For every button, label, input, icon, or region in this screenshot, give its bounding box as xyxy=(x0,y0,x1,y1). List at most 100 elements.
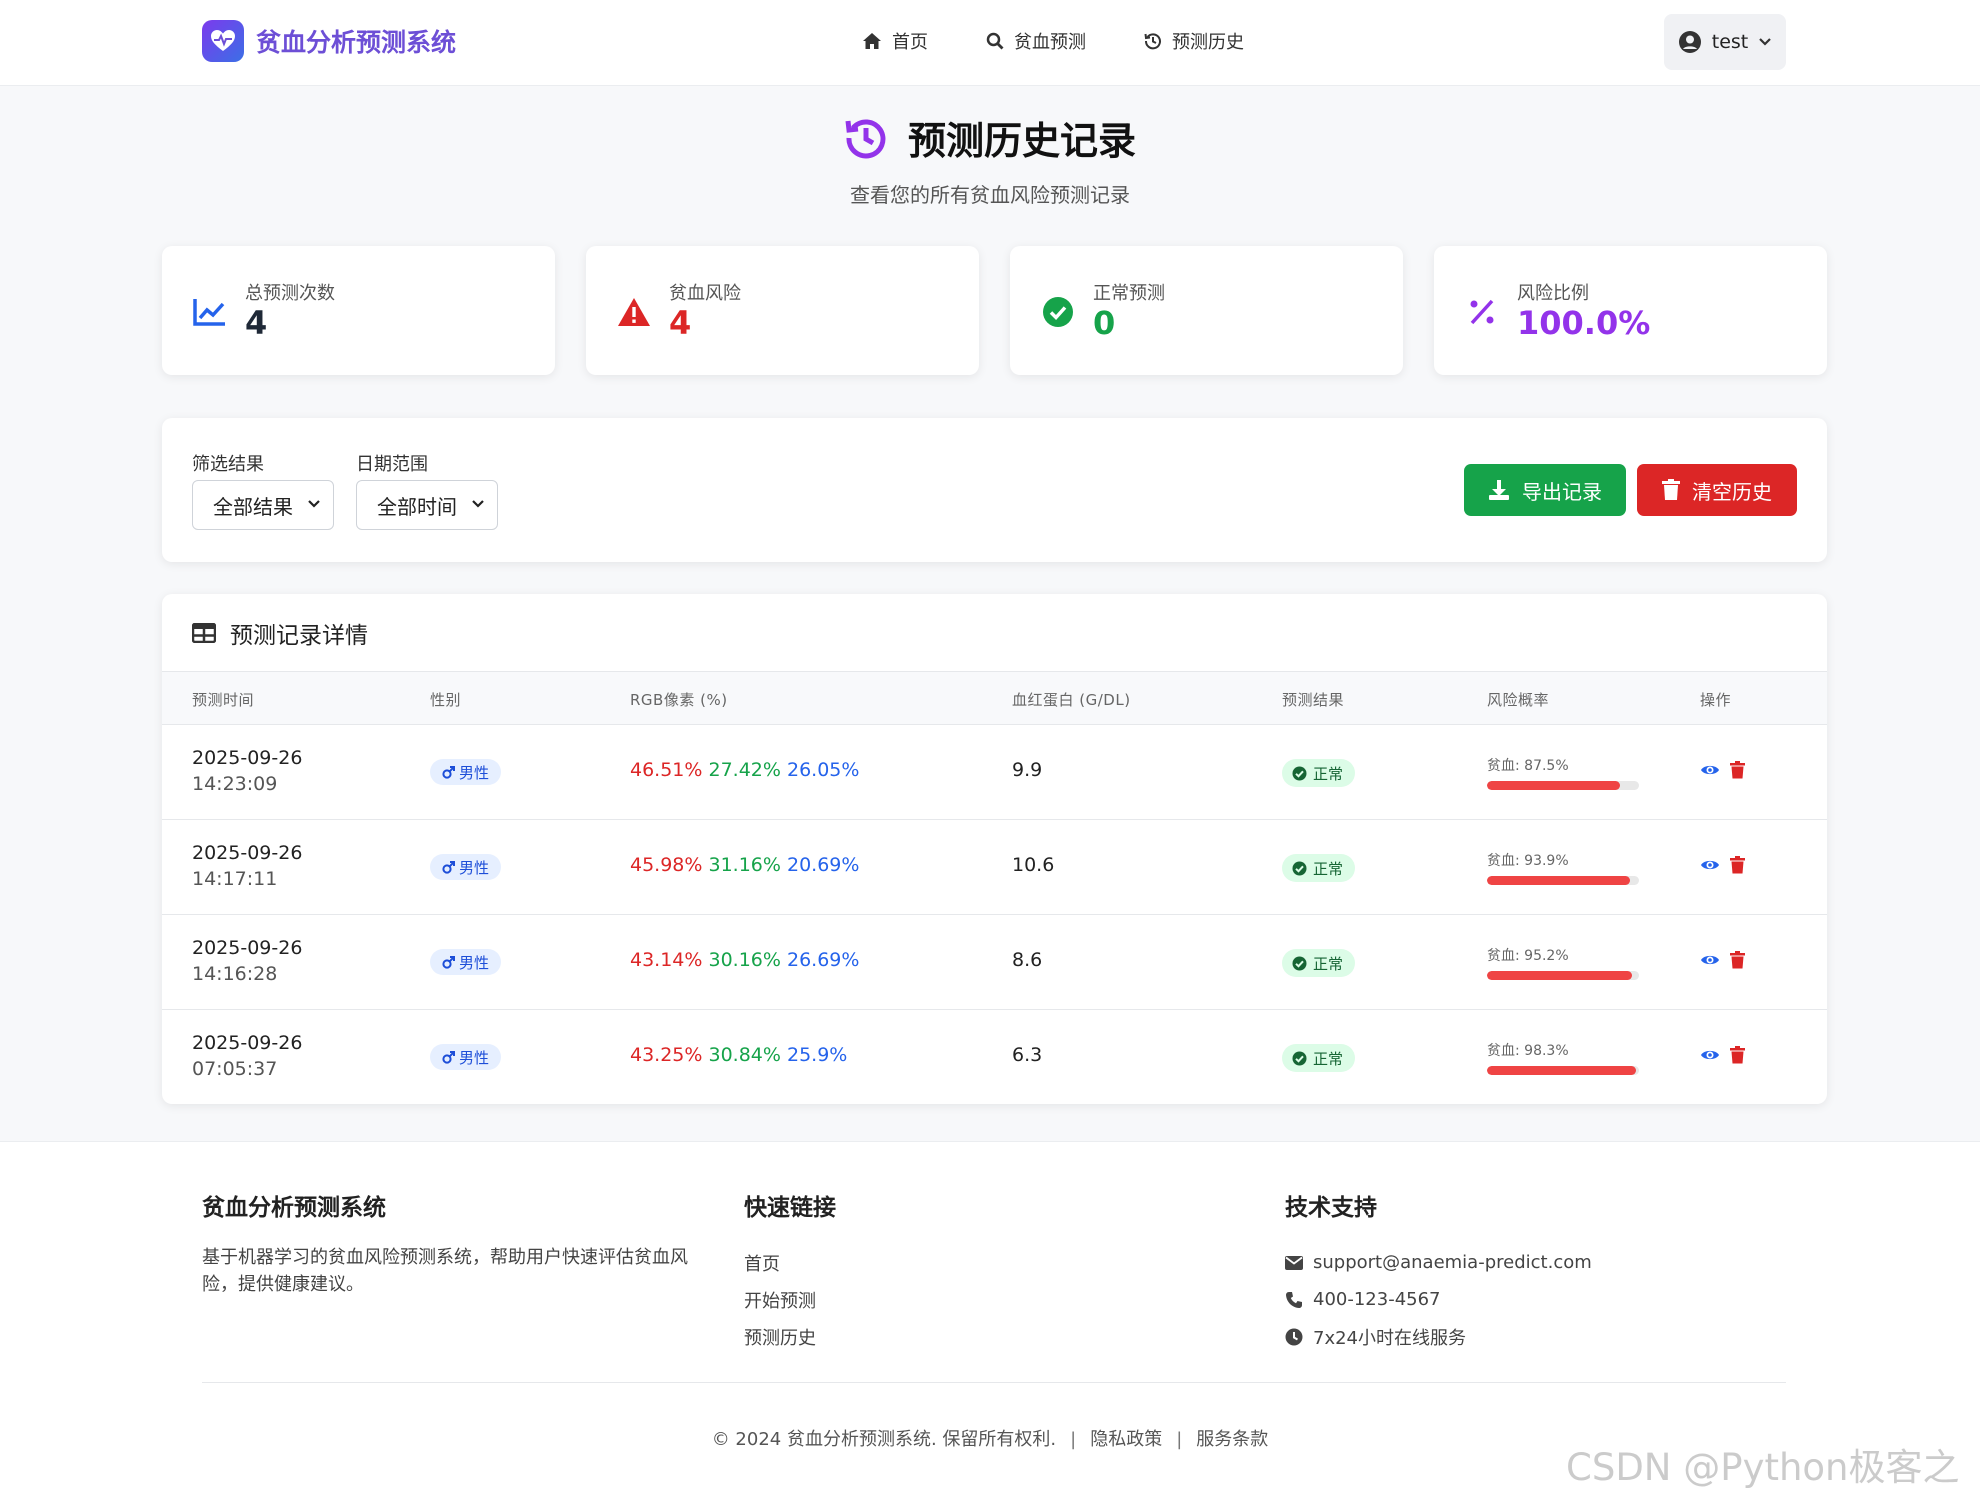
risk-bar-fill xyxy=(1487,1066,1637,1075)
record-time: 14:16:28 xyxy=(192,963,278,985)
nav-link-label: 预测历史 xyxy=(1172,32,1244,53)
record-time: 14:23:09 xyxy=(192,773,278,795)
footer-link-history[interactable]: 预测历史 xyxy=(744,1318,836,1355)
rgb-blue: 26.05% xyxy=(787,759,860,781)
risk-text: 贫血: 95.2% xyxy=(1487,948,1569,964)
support-hours-text: 7x24小时在线服务 xyxy=(1313,1327,1467,1349)
clear-history-button[interactable]: 清空历史 xyxy=(1637,464,1797,516)
male-icon xyxy=(442,955,455,969)
risk-bar xyxy=(1487,781,1639,790)
cell-actions xyxy=(1700,761,1745,779)
stat-label: 风险比例 xyxy=(1517,283,1589,304)
eye-icon[interactable] xyxy=(1700,762,1720,778)
result-filter-value: 全部结果 xyxy=(213,494,293,519)
cell-time: 2025-09-26 14:16:28 xyxy=(192,935,302,987)
trash-icon[interactable] xyxy=(1730,1046,1745,1064)
record-date: 2025-09-26 xyxy=(192,1032,303,1054)
table-row: 2025-09-26 14:23:09 男性 46.51% 27.42% 26.… xyxy=(162,725,1827,820)
nav-link-label: 首页 xyxy=(892,32,928,53)
chevron-down-icon xyxy=(308,500,320,508)
risk-text: 贫血: 93.9% xyxy=(1487,853,1569,869)
eye-icon[interactable] xyxy=(1700,1047,1720,1063)
support-email[interactable]: support@anaemia-predict.com xyxy=(1285,1244,1592,1281)
nav-links: 首页 贫血预测 预测历史 xyxy=(862,28,1244,54)
table-title: 预测记录详情 xyxy=(230,622,368,649)
user-menu[interactable]: test xyxy=(1664,14,1786,70)
eye-icon[interactable] xyxy=(1700,857,1720,873)
result-label: 正常 xyxy=(1313,954,1344,973)
check-circle-icon xyxy=(1292,861,1307,875)
risk-text: 贫血: 87.5% xyxy=(1487,758,1569,774)
page-header: 预测历史记录 查看您的所有贫血风险预测记录 xyxy=(0,110,1980,208)
check-circle-icon xyxy=(1040,294,1076,330)
stat-value: 100.0% xyxy=(1517,304,1651,342)
cell-risk: 贫血: 93.9% xyxy=(1487,850,1639,885)
privacy-link[interactable]: 隐私政策 xyxy=(1090,1429,1162,1450)
stat-label: 贫血风险 xyxy=(669,283,741,304)
gender-label: 男性 xyxy=(459,1048,490,1067)
export-button-label: 导出记录 xyxy=(1522,479,1602,504)
result-filter-select[interactable]: 全部结果 xyxy=(192,480,334,530)
cell-actions xyxy=(1700,856,1745,874)
gender-badge: 男性 xyxy=(430,854,502,880)
stat-card-normal: 正常预测 0 xyxy=(1010,246,1403,375)
rgb-red: 43.14% xyxy=(630,949,703,971)
cell-actions xyxy=(1700,951,1745,969)
rgb-blue: 25.9% xyxy=(787,1044,848,1066)
export-button[interactable]: 导出记录 xyxy=(1464,464,1626,516)
chart-line-icon xyxy=(192,294,228,330)
date-filter-select[interactable]: 全部时间 xyxy=(356,480,498,530)
page-subtitle: 查看您的所有贫血风险预测记录 xyxy=(850,183,1130,207)
rgb-blue: 20.69% xyxy=(787,854,860,876)
nav-link-home[interactable]: 首页 xyxy=(862,28,928,54)
rgb-green: 31.16% xyxy=(708,854,781,876)
cell-actions xyxy=(1700,1046,1745,1064)
gender-badge: 男性 xyxy=(430,949,502,975)
check-circle-icon xyxy=(1292,956,1307,970)
result-badge: 正常 xyxy=(1282,949,1356,977)
table-body: 2025-09-26 14:23:09 男性 46.51% 27.42% 26.… xyxy=(162,725,1827,1104)
footer-link-home[interactable]: 首页 xyxy=(744,1244,836,1281)
result-label: 正常 xyxy=(1313,1049,1344,1068)
footer-about-title: 贫血分析预测系统 xyxy=(202,1195,386,1221)
brand[interactable]: 贫血分析预测系统 xyxy=(202,20,456,62)
nav-link-history[interactable]: 预测历史 xyxy=(1144,28,1244,54)
eye-icon[interactable] xyxy=(1700,952,1720,968)
envelope-icon xyxy=(1285,1255,1303,1270)
clear-history-button-label: 清空历史 xyxy=(1692,479,1772,504)
rgb-green: 30.16% xyxy=(708,949,781,971)
footer-about: 贫血分析预测系统 基于机器学习的贫血风险预测系统，帮助用户快速评估贫血风险，提供… xyxy=(202,1188,702,1298)
gender-badge: 男性 xyxy=(430,759,502,785)
percent-icon xyxy=(1464,294,1500,330)
footer-support: 技术支持 support@anaemia-predict.com 400-123… xyxy=(1285,1188,1592,1355)
column-header-rgb: RGB像素 (%) xyxy=(630,691,728,709)
user-name: test xyxy=(1711,31,1749,53)
column-header-risk: 风险概率 xyxy=(1487,691,1550,709)
user-circle-icon xyxy=(1678,31,1701,53)
trash-icon[interactable] xyxy=(1730,856,1745,874)
cell-risk: 贫血: 95.2% xyxy=(1487,945,1639,980)
page-title: 预测历史记录 xyxy=(907,119,1136,163)
result-badge: 正常 xyxy=(1282,854,1356,882)
support-email-text: support@anaemia-predict.com xyxy=(1313,1252,1592,1273)
male-icon xyxy=(442,765,455,779)
trash-icon[interactable] xyxy=(1730,951,1745,969)
column-header-hemoglobin: 血红蛋白 (G/DL) xyxy=(1012,691,1131,709)
rgb-red: 46.51% xyxy=(630,759,703,781)
heart-pulse-icon xyxy=(202,20,244,62)
history-icon xyxy=(1144,33,1161,50)
table-icon xyxy=(192,622,216,643)
support-phone[interactable]: 400-123-4567 xyxy=(1285,1281,1592,1318)
column-header-time: 预测时间 xyxy=(192,691,255,709)
risk-bar-fill xyxy=(1487,971,1632,980)
risk-bar xyxy=(1487,876,1639,885)
nav-link-predict[interactable]: 贫血预测 xyxy=(986,28,1086,54)
footer-link-predict[interactable]: 开始预测 xyxy=(744,1281,836,1318)
cell-time: 2025-09-26 14:23:09 xyxy=(192,745,302,797)
cell-rgb: 43.25% 30.84% 25.9% xyxy=(630,1044,847,1066)
cell-rgb: 45.98% 31.16% 20.69% xyxy=(630,854,859,876)
terms-link[interactable]: 服务条款 xyxy=(1196,1429,1268,1450)
stat-card-anemia: 贫血风险 4 xyxy=(586,246,979,375)
history-icon xyxy=(845,119,886,158)
trash-icon[interactable] xyxy=(1730,761,1745,779)
